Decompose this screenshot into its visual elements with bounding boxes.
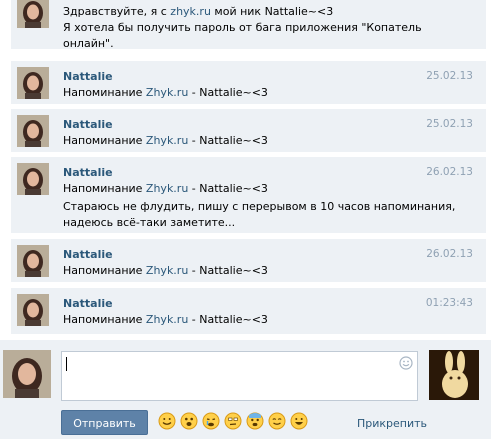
message-composer: Отправить Прикрепить — [0, 340, 491, 439]
sender-avatar[interactable] — [17, 67, 49, 99]
site-link[interactable]: Zhyk.ru — [146, 264, 188, 277]
text-caret — [66, 357, 67, 371]
message-text: Напоминание Zhyk.ru - Nattalie~<3 — [63, 264, 268, 277]
attach-link[interactable]: Прикрепить — [357, 417, 427, 430]
message-history[interactable]: Здравствуйте, я с zhyk.ru мой ник Nattal… — [0, 0, 491, 340]
message-text: Напоминание Zhyk.ru - Nattalie~<3 — [63, 313, 268, 326]
sender-name[interactable]: Nattalie — [63, 297, 113, 310]
message-item: Nattalie 26.02.13 Напоминание Zhyk.ru - … — [11, 239, 486, 282]
message-item: Nattalie 01:23:43 Напоминание Zhyk.ru - … — [11, 288, 486, 334]
smiley-icon[interactable] — [399, 356, 413, 370]
content-emoticon-icon[interactable] — [268, 412, 286, 430]
sender-avatar[interactable] — [17, 115, 49, 147]
scared-emoticon-icon[interactable] — [246, 412, 264, 430]
message-input[interactable] — [61, 351, 418, 401]
message-date: 26.02.13 — [426, 166, 473, 178]
message-date: 25.02.13 — [426, 70, 473, 82]
message-item: Nattalie 25.02.13 Напоминание Zhyk.ru - … — [11, 61, 486, 104]
recipient-avatar[interactable] — [429, 350, 479, 400]
site-link[interactable]: Zhyk.ru — [146, 313, 188, 326]
laughing-emoticon-icon[interactable] — [290, 412, 308, 430]
message-item: Nattalie 25.02.13 Напоминание Zhyk.ru - … — [11, 109, 486, 152]
shocked-emoticon-icon[interactable] — [180, 412, 198, 430]
sender-name[interactable]: Nattalie — [63, 248, 113, 261]
message-text: Напоминание Zhyk.ru - Nattalie~<3 — [63, 134, 268, 147]
message-date: 01:23:43 — [425, 297, 473, 309]
sender-name[interactable]: Nattalie — [63, 70, 113, 83]
sender-avatar[interactable] — [17, 294, 49, 326]
my-avatar[interactable] — [3, 350, 51, 398]
suspicious-emoticon-icon[interactable] — [224, 412, 242, 430]
message-text: Стараюсь не флудить, пишу с перерывом в … — [63, 200, 456, 213]
smile-emoticon-icon[interactable] — [158, 412, 176, 430]
message-date: 26.02.13 — [426, 248, 473, 260]
site-link[interactable]: Zhyk.ru — [146, 182, 188, 195]
sender-name[interactable]: Nattalie — [63, 166, 113, 179]
message-item: Nattalie 26.02.13 Напоминание Zhyk.ru - … — [11, 157, 486, 233]
send-button[interactable]: Отправить — [61, 410, 148, 435]
message-text: Напоминание Zhyk.ru - Nattalie~<3 — [63, 86, 268, 99]
site-link[interactable]: zhyk.ru — [170, 5, 211, 18]
sender-name[interactable]: Nattalie — [63, 118, 113, 131]
site-link[interactable]: Zhyk.ru — [146, 86, 188, 99]
message-text: надеюсь всё-таки заметите... — [63, 216, 236, 229]
message-text: Я хотела бы получить пароль от бага прил… — [63, 21, 422, 34]
sender-avatar[interactable] — [17, 245, 49, 277]
crying-emoticon-icon[interactable] — [202, 412, 220, 430]
message-text: Здравствуйте, я с zhyk.ru мой ник Nattal… — [63, 5, 334, 18]
message-text: Напоминание Zhyk.ru - Nattalie~<3 — [63, 182, 268, 195]
message-item: Здравствуйте, я с zhyk.ru мой ник Nattal… — [11, 0, 486, 50]
sender-avatar[interactable] — [17, 163, 49, 195]
sender-avatar[interactable] — [17, 0, 49, 28]
site-link[interactable]: Zhyk.ru — [146, 134, 188, 147]
message-date: 25.02.13 — [426, 118, 473, 130]
message-text: онлайн". — [63, 37, 114, 50]
